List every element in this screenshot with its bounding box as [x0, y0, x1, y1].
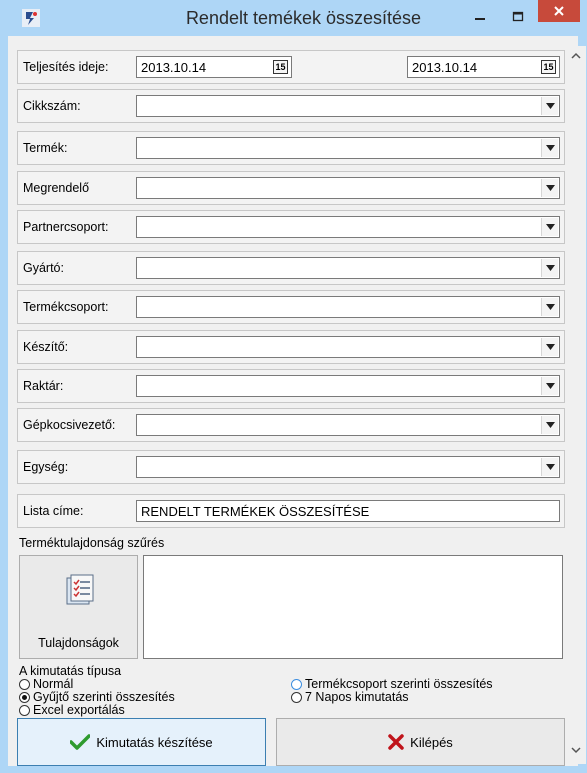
- radio-7-napos[interactable]: 7 Napos kimutatás: [291, 690, 409, 704]
- chevron-down-icon[interactable]: [541, 218, 558, 236]
- chevron-down-icon[interactable]: [541, 179, 558, 197]
- radio-label: Normál: [33, 677, 74, 691]
- filter-row-gyarto: Gyártó:: [17, 251, 565, 285]
- vertical-scrollbar[interactable]: [565, 46, 586, 764]
- list-title-row: Lista címe: RENDELT TERMÉKEK ÖSSZESÍTÉSE: [17, 494, 565, 528]
- filter-row-egyseg: Egység:: [17, 450, 565, 484]
- minimize-button[interactable]: [462, 4, 498, 30]
- date-label: Teljesítés ideje:: [23, 60, 109, 74]
- radio-label: Termékcsoport szerinti összesítés: [305, 677, 493, 691]
- radio-selected-icon: [19, 691, 30, 703]
- date-from-field[interactable]: 2013.10.14 15: [136, 56, 292, 78]
- property-filter-group-label: Terméktulajdonság szűrés: [19, 536, 165, 550]
- date-to-value: 2013.10.14: [412, 60, 478, 75]
- filter-label: Raktár:: [23, 379, 64, 393]
- filter-row-termekcsoport: Termékcsoport:: [17, 290, 565, 324]
- filter-label: Egység:: [23, 460, 69, 474]
- gepkocsivezeto-combo[interactable]: [136, 414, 560, 436]
- radio-label: Excel exportálás: [33, 703, 125, 717]
- filter-label: Gyártó:: [23, 261, 64, 275]
- properties-button[interactable]: Tulajdonságok: [19, 555, 138, 659]
- termek-combo[interactable]: [136, 137, 560, 159]
- radio-label: 7 Napos kimutatás: [305, 690, 409, 704]
- create-report-button[interactable]: Kimutatás készítése: [17, 718, 266, 766]
- filter-label: Megrendelő: [23, 181, 90, 195]
- filter-row-cikkszam: Cikkszám:: [17, 89, 565, 123]
- radio-excel[interactable]: Excel exportálás: [19, 703, 125, 717]
- clipboard-icon: [66, 574, 94, 605]
- radio-icon: [291, 678, 302, 690]
- list-title-value: RENDELT TERMÉKEK ÖSSZESÍTÉSE: [141, 504, 370, 519]
- filter-row-raktar: Raktár:: [17, 369, 565, 403]
- chevron-down-icon[interactable]: [541, 338, 558, 356]
- radio-icon: [19, 678, 30, 690]
- list-title-label: Lista címe:: [23, 504, 84, 518]
- red-x-icon: [388, 734, 404, 750]
- exit-button[interactable]: Kilépés: [276, 718, 565, 766]
- termekcsoport-combo[interactable]: [136, 296, 560, 318]
- calendar-icon[interactable]: 15: [541, 60, 556, 74]
- exit-label: Kilépés: [410, 734, 453, 750]
- properties-list[interactable]: [143, 555, 563, 659]
- maximize-button[interactable]: [500, 4, 536, 30]
- properties-button-label: Tulajdonságok: [38, 636, 119, 650]
- filter-row-gepkocsivezeto: Gépkocsivezető:: [17, 408, 565, 442]
- checkmark-icon: [70, 734, 91, 750]
- close-icon: [554, 6, 564, 16]
- scroll-up-icon[interactable]: [568, 50, 583, 65]
- date-from-value: 2013.10.14: [141, 60, 207, 75]
- radio-termekcsoport[interactable]: Termékcsoport szerinti összesítés: [291, 677, 493, 691]
- filter-label: Termékcsoport:: [23, 300, 109, 314]
- gyarto-combo[interactable]: [136, 257, 560, 279]
- maximize-icon: [512, 11, 524, 22]
- chevron-down-icon[interactable]: [541, 139, 558, 157]
- scroll-down-icon[interactable]: [568, 744, 583, 759]
- report-type-group-label: A kimutatás típusa: [19, 664, 122, 678]
- megrendelo-combo[interactable]: [136, 177, 560, 199]
- filter-label: Termék:: [23, 141, 68, 155]
- date-to-field[interactable]: 2013.10.14 15: [407, 56, 560, 78]
- chevron-down-icon[interactable]: [541, 377, 558, 395]
- cikkszam-combo[interactable]: [136, 95, 560, 117]
- chevron-down-icon[interactable]: [541, 458, 558, 476]
- partnercsoport-combo[interactable]: [136, 216, 560, 238]
- radio-icon: [291, 691, 302, 703]
- window-title: Rendelt temékek összesítése: [185, 8, 422, 28]
- keszito-combo[interactable]: [136, 336, 560, 358]
- close-button[interactable]: [538, 0, 580, 22]
- chevron-down-icon[interactable]: [541, 97, 558, 115]
- filter-label: Készítő:: [23, 340, 69, 354]
- filter-label: Cikkszám:: [23, 99, 81, 113]
- filter-label: Gépkocsivezető:: [23, 418, 116, 432]
- radio-normal[interactable]: Normál: [19, 677, 73, 691]
- chevron-down-icon[interactable]: [541, 298, 558, 316]
- calendar-icon[interactable]: 15: [273, 60, 288, 74]
- minimize-icon: [475, 18, 485, 20]
- filter-label: Partnercsoport:: [23, 220, 109, 234]
- date-row: Teljesítés ideje: 2013.10.14 15 2013.10.…: [17, 50, 565, 84]
- list-title-input[interactable]: RENDELT TERMÉKEK ÖSSZESÍTÉSE: [136, 500, 560, 522]
- filter-row-termek: Termék:: [17, 131, 565, 165]
- title-bar: Rendelt temékek összesítése: [0, 0, 587, 36]
- create-report-label: Kimutatás készítése: [96, 734, 213, 750]
- filter-row-partnercsoport: Partnercsoport:: [17, 210, 565, 244]
- radio-gyujto[interactable]: Gyűjtő szerinti összesítés: [19, 690, 175, 704]
- radio-label: Gyűjtő szerinti összesítés: [33, 690, 175, 704]
- chevron-down-icon[interactable]: [541, 259, 558, 277]
- radio-icon: [19, 704, 30, 716]
- filter-row-megrendelo: Megrendelő: [17, 171, 565, 205]
- raktar-combo[interactable]: [136, 375, 560, 397]
- egyseg-combo[interactable]: [136, 456, 560, 478]
- filter-row-keszito: Készítő:: [17, 330, 565, 364]
- chevron-down-icon[interactable]: [541, 416, 558, 434]
